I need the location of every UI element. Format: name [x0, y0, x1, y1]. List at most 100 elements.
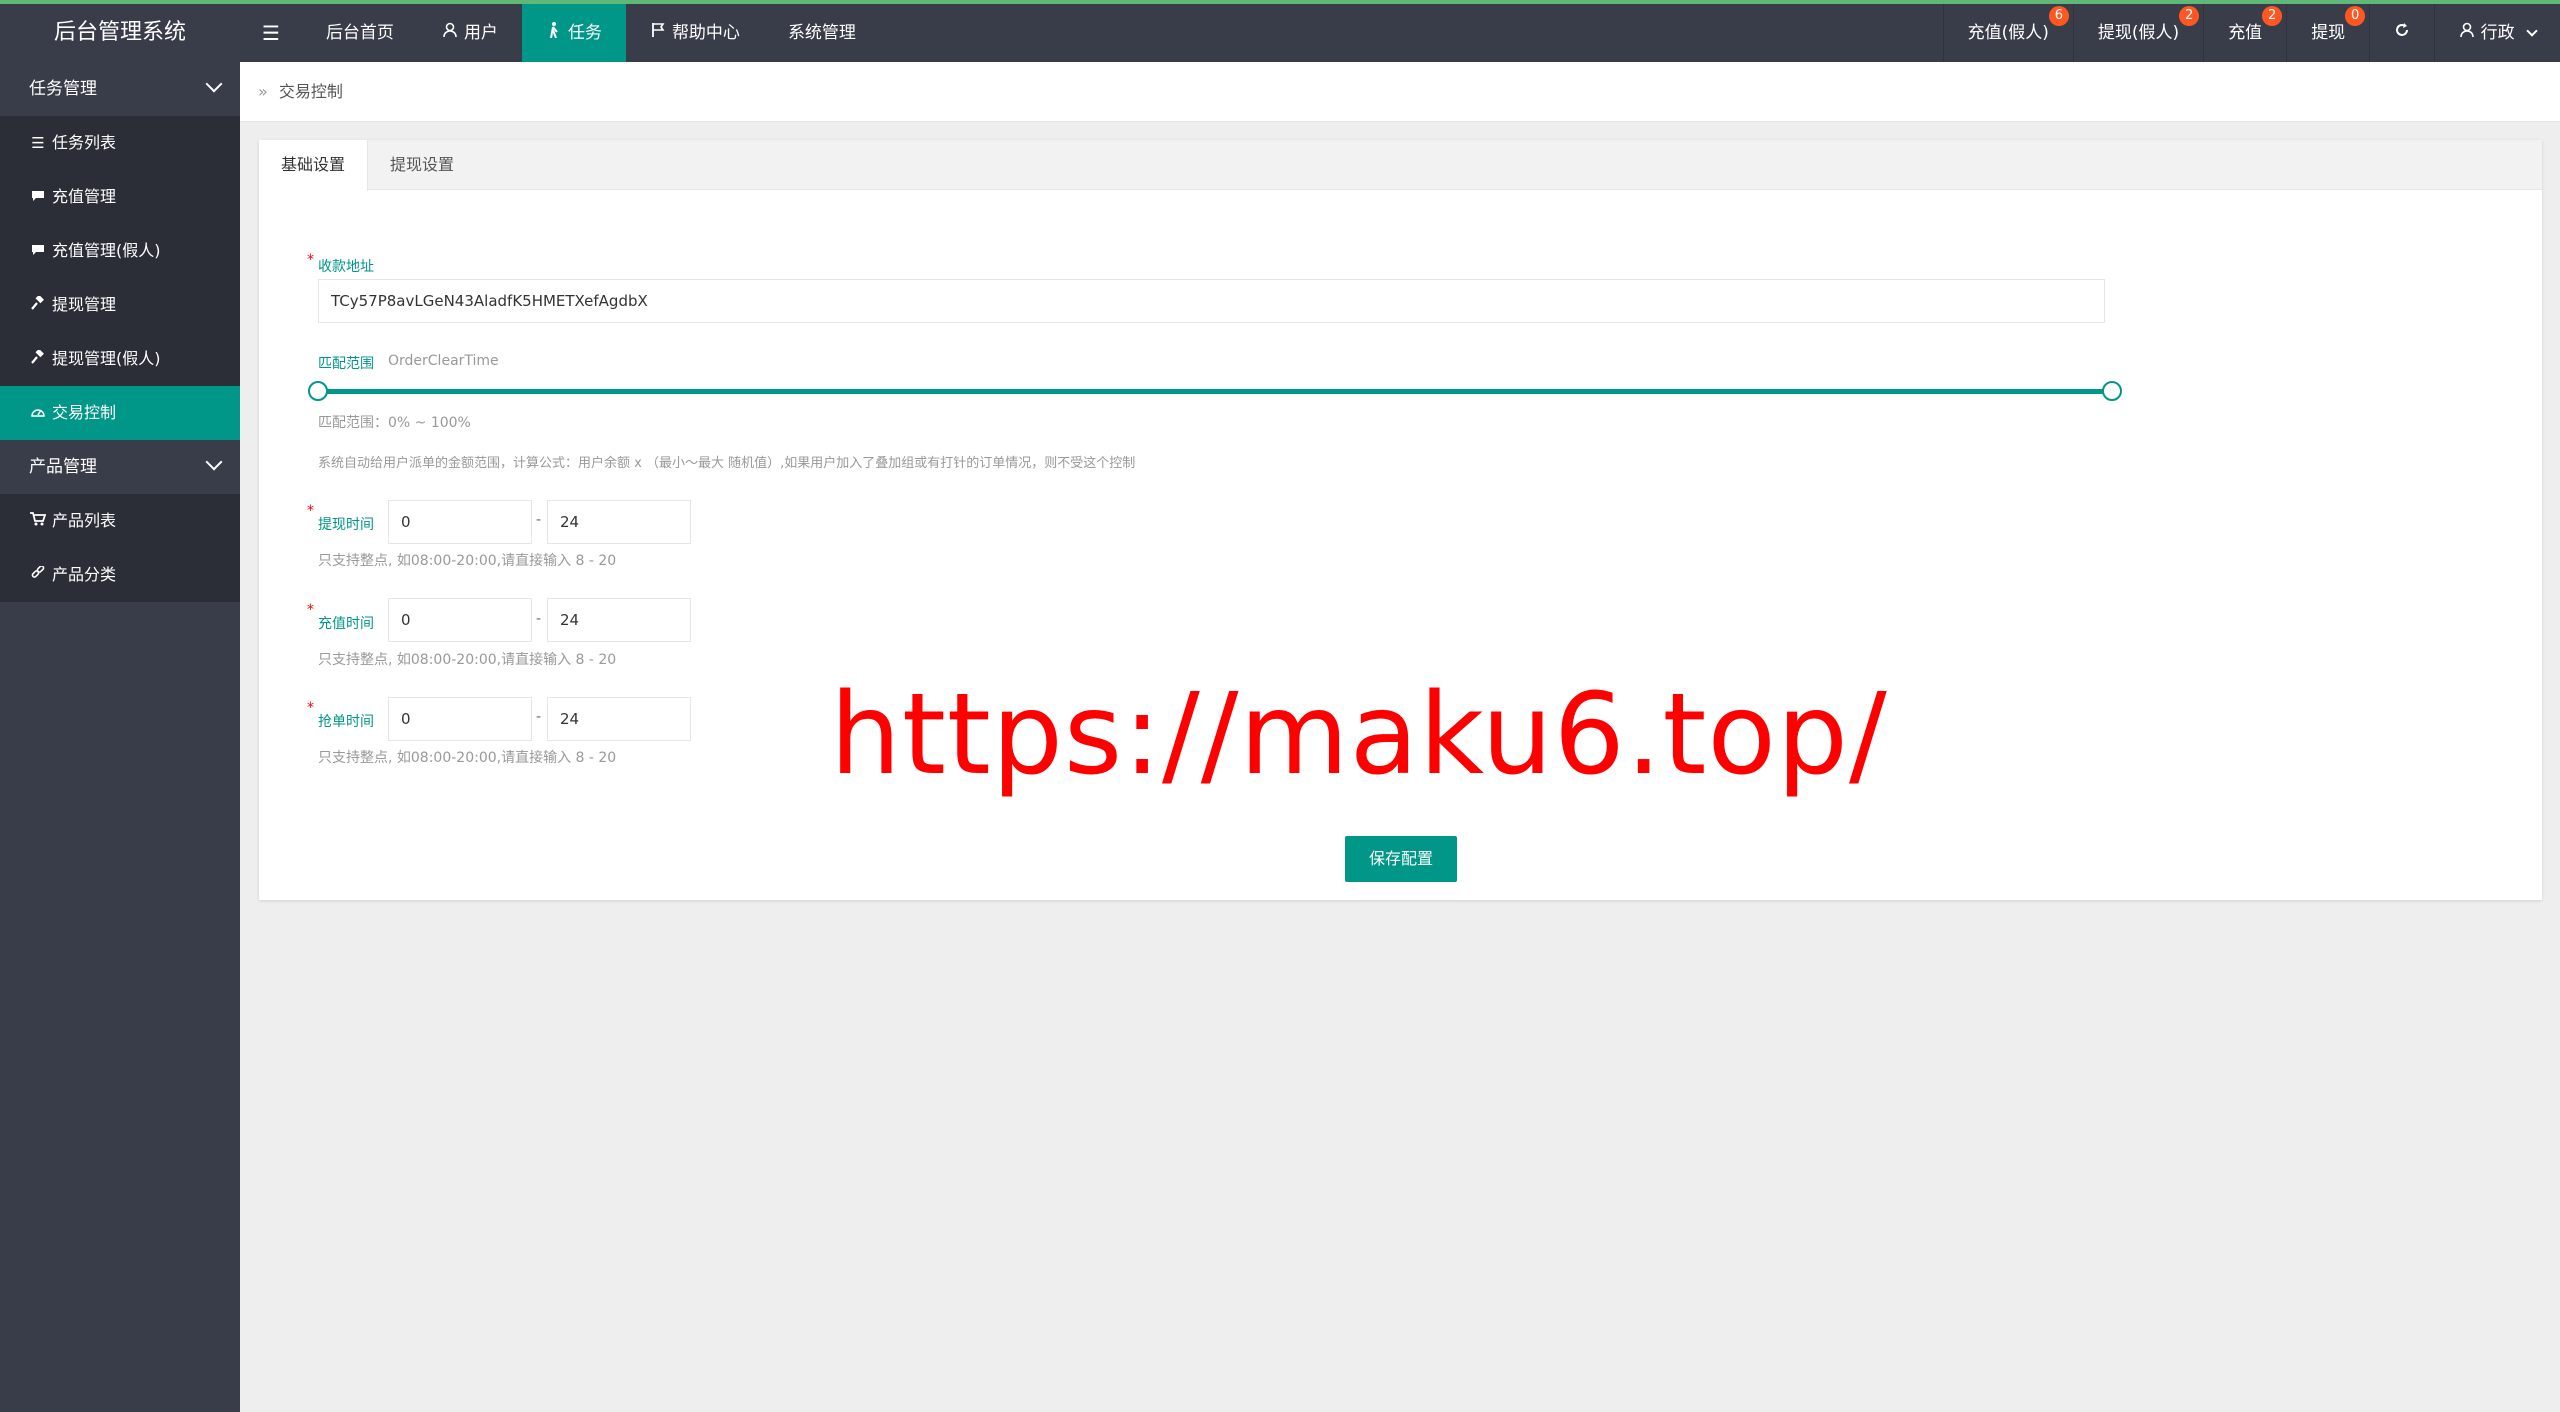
nav-fake-withdraw[interactable]: 提现(假人) 2: [2072, 4, 2203, 62]
nav-system[interactable]: 系统管理: [764, 4, 880, 62]
sidebar-group-label: 产品管理: [29, 457, 97, 477]
cart-icon: [30, 494, 47, 548]
sidebar-item-label: 充值管理: [52, 187, 117, 206]
recharge-time-help: 只支持整点, 如08:00-20:00,请直接输入 8 - 20: [318, 652, 617, 668]
nav-fake-withdraw-label: 提现(假人): [2097, 23, 2180, 43]
watermark-url: https://maku6.top/: [830, 670, 1888, 800]
sidebar-item-label: 任务列表: [52, 133, 117, 152]
match-range-slider-handle-min[interactable]: [308, 381, 328, 401]
breadcrumb-current: 交易控制: [278, 82, 343, 101]
comment-icon: [30, 170, 46, 224]
dashboard-icon: [30, 386, 46, 440]
sidebar-item-label: 交易控制: [52, 403, 117, 422]
sidebar-item-trade-control[interactable]: 交易控制: [0, 386, 240, 440]
tab-basic-settings[interactable]: 基础设置: [259, 140, 369, 191]
nav-withdraw[interactable]: 提现 0: [2286, 4, 2369, 62]
comment-icon: [30, 224, 46, 278]
nav-recharge[interactable]: 充值 2: [2203, 4, 2286, 62]
user-icon: [2459, 4, 2475, 62]
withdraw-time-help: 只支持整点, 如08:00-20:00,请直接输入 8 - 20: [318, 553, 617, 569]
address-input[interactable]: TCy57P8avLGeN43AladfK5HMETXefAgdbX: [318, 279, 2105, 323]
match-range-text: 匹配范围：0% ~ 100%: [318, 415, 471, 431]
withdraw-time-start-input[interactable]: 0: [388, 500, 532, 544]
recharge-time-end-input[interactable]: 24: [547, 598, 691, 642]
top-nav: ☰ 后台首页 用户 任务 帮助中心 系统管理: [240, 4, 880, 62]
required-mark: *: [307, 252, 314, 268]
address-label: 收款地址: [318, 259, 374, 275]
sidebar-item-label: 提现管理(假人): [52, 349, 161, 368]
tab-bar: 基础设置 提现设置: [259, 140, 2542, 191]
recharge-time-start-input[interactable]: 0: [388, 598, 532, 642]
nav-tasks[interactable]: 任务: [521, 4, 626, 62]
nav-system-label: 系统管理: [787, 23, 856, 43]
tab-withdraw-settings[interactable]: 提现设置: [368, 140, 476, 190]
required-mark: *: [307, 503, 314, 519]
breadcrumb: » 交易控制: [240, 62, 2560, 122]
notification-badge: 2: [2179, 6, 2200, 26]
sidebar-item-product-category[interactable]: 产品分类: [0, 548, 240, 602]
flag-icon: [650, 4, 666, 62]
gavel-icon: [30, 332, 46, 386]
sidebar-item-withdraw-fake[interactable]: 提现管理(假人): [0, 332, 240, 386]
chevron-down-icon: [2526, 25, 2538, 37]
match-range-slider-handle-max[interactable]: [2102, 381, 2122, 401]
user-icon: [442, 4, 458, 62]
sidebar: 任务管理 ☰ 任务列表 充值管理 充值管理(假人) 提现管理 提现管理(假人) …: [0, 62, 240, 1412]
range-dash: -: [536, 512, 542, 528]
nav-help-label: 帮助中心: [671, 23, 740, 43]
withdraw-time-label: 提现时间: [318, 517, 374, 533]
sidebar-group-label: 任务管理: [29, 79, 97, 99]
recharge-time-label: 充值时间: [318, 616, 374, 632]
sidebar-item-label: 产品列表: [52, 511, 117, 530]
chevron-down-icon: [205, 453, 223, 471]
sidebar-item-withdraw[interactable]: 提现管理: [0, 278, 240, 332]
user-name: 行政: [2480, 23, 2515, 43]
grab-time-end-input[interactable]: 24: [547, 697, 691, 741]
refresh-button[interactable]: [2369, 4, 2434, 62]
sidebar-item-task-list[interactable]: ☰ 任务列表: [0, 116, 240, 170]
nav-fake-recharge-label: 充值(假人): [1967, 23, 2049, 43]
range-dash: -: [536, 611, 542, 627]
sidebar-item-label: 提现管理: [52, 295, 117, 314]
breadcrumb-separator: »: [258, 82, 268, 101]
link-icon: [30, 548, 46, 602]
match-range-slider-track[interactable]: [318, 389, 2112, 394]
save-config-button[interactable]: 保存配置: [1345, 836, 1457, 882]
nav-withdraw-label: 提现: [2311, 23, 2346, 43]
withdraw-time-end-input[interactable]: 24: [547, 500, 691, 544]
nav-help[interactable]: 帮助中心: [626, 4, 764, 62]
top-nav-right: 充值(假人) 6 提现(假人) 2 充值 2 提现 0 行政: [1942, 4, 2560, 62]
match-range-label: 匹配范围: [318, 356, 374, 372]
menu-toggle-icon[interactable]: ☰: [240, 4, 302, 62]
notification-badge: 2: [2262, 6, 2283, 26]
sidebar-item-product-list[interactable]: 产品列表: [0, 494, 240, 548]
required-mark: *: [307, 700, 314, 716]
top-bar: 后台管理系统 ☰ 后台首页 用户 任务 帮助中心 系统管理 充值(假人) 6 提…: [0, 0, 2560, 62]
nav-tasks-label: 任务: [567, 23, 602, 43]
user-menu[interactable]: 行政: [2434, 4, 2560, 62]
notification-badge: 0: [2345, 6, 2366, 26]
sidebar-item-label: 产品分类: [52, 565, 117, 584]
grab-time-label: 抢单时间: [318, 714, 374, 730]
walk-icon: [546, 4, 562, 62]
grab-time-start-input[interactable]: 0: [388, 697, 532, 741]
nav-users-label: 用户: [463, 23, 498, 43]
sidebar-group-product-management[interactable]: 产品管理: [0, 440, 240, 494]
match-range-field-name: OrderClearTime: [388, 353, 499, 369]
nav-home-label: 后台首页: [325, 23, 394, 43]
sidebar-item-recharge[interactable]: 充值管理: [0, 170, 240, 224]
nav-home[interactable]: 后台首页: [302, 4, 418, 62]
app-logo: 后台管理系统: [53, 20, 186, 45]
sidebar-group-task-management[interactable]: 任务管理: [0, 62, 240, 116]
nav-recharge-label: 充值: [2228, 23, 2263, 43]
chevron-down-icon: [205, 75, 223, 93]
required-mark: *: [307, 602, 314, 618]
refresh-icon: [2394, 4, 2410, 62]
list-icon: ☰: [31, 134, 45, 152]
match-range-description: 系统自动给用户派单的金额范围，计算公式：用户余额 x （最小～最大 随机值）,如…: [318, 456, 1136, 471]
nav-users[interactable]: 用户: [418, 4, 522, 62]
notification-badge: 6: [2048, 6, 2069, 26]
sidebar-item-recharge-fake[interactable]: 充值管理(假人): [0, 224, 240, 278]
gavel-icon: [30, 278, 46, 332]
nav-fake-recharge[interactable]: 充值(假人) 6: [1942, 4, 2073, 62]
